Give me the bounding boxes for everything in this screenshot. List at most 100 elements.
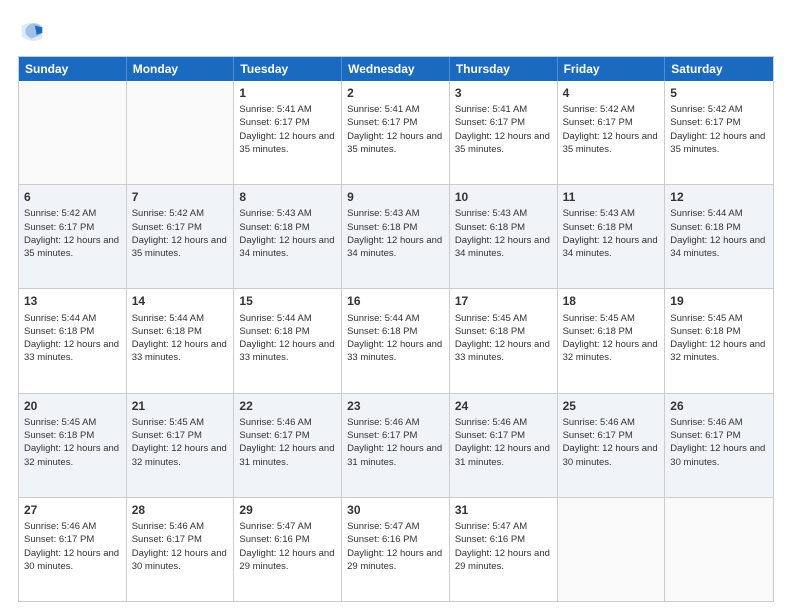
cell-info: Sunrise: 5:46 AM Sunset: 6:17 PM Dayligh…	[132, 520, 229, 573]
calendar-cell: 15 Sunrise: 5:44 AM Sunset: 6:18 PM Dayli…	[234, 289, 342, 392]
day-number: 9	[347, 189, 444, 205]
calendar-cell: 22 Sunrise: 5:46 AM Sunset: 6:17 PM Dayli…	[234, 394, 342, 497]
cell-info: Sunrise: 5:47 AM Sunset: 6:16 PM Dayligh…	[455, 520, 552, 573]
day-number: 5	[670, 85, 768, 101]
calendar-header-day: Wednesday	[342, 57, 450, 81]
cell-info: Sunrise: 5:44 AM Sunset: 6:18 PM Dayligh…	[347, 312, 444, 365]
cell-info: Sunrise: 5:46 AM Sunset: 6:17 PM Dayligh…	[347, 416, 444, 469]
calendar-cell: 25 Sunrise: 5:46 AM Sunset: 6:17 PM Dayli…	[558, 394, 666, 497]
calendar-header-day: Thursday	[450, 57, 558, 81]
day-number: 26	[670, 398, 768, 414]
cell-info: Sunrise: 5:43 AM Sunset: 6:18 PM Dayligh…	[455, 207, 552, 260]
calendar-cell: 13 Sunrise: 5:44 AM Sunset: 6:18 PM Dayli…	[19, 289, 127, 392]
cell-info: Sunrise: 5:41 AM Sunset: 6:17 PM Dayligh…	[347, 103, 444, 156]
cell-info: Sunrise: 5:45 AM Sunset: 6:18 PM Dayligh…	[455, 312, 552, 365]
day-number: 1	[239, 85, 336, 101]
day-number: 31	[455, 502, 552, 518]
cell-info: Sunrise: 5:44 AM Sunset: 6:18 PM Dayligh…	[239, 312, 336, 365]
day-number: 24	[455, 398, 552, 414]
calendar-cell: 11Sunrise: 5:43 AM Sunset: 6:18 PM Dayli…	[558, 185, 666, 288]
calendar-cell: 21 Sunrise: 5:45 AM Sunset: 6:17 PM Dayli…	[127, 394, 235, 497]
calendar-cell: 20 Sunrise: 5:45 AM Sunset: 6:18 PM Dayli…	[19, 394, 127, 497]
cell-info: Sunrise: 5:41 AM Sunset: 6:17 PM Dayligh…	[239, 103, 336, 156]
cell-info: Sunrise: 5:45 AM Sunset: 6:18 PM Dayligh…	[670, 312, 768, 365]
calendar-cell: 23 Sunrise: 5:46 AM Sunset: 6:17 PM Dayli…	[342, 394, 450, 497]
calendar-cell: 6 Sunrise: 5:42 AM Sunset: 6:17 PM Daylig…	[19, 185, 127, 288]
day-number: 18	[563, 293, 660, 309]
day-number: 4	[563, 85, 660, 101]
calendar-cell: 5 Sunrise: 5:42 AM Sunset: 6:17 PM Daylig…	[665, 81, 773, 184]
calendar-cell: 8 Sunrise: 5:43 AM Sunset: 6:18 PM Daylig…	[234, 185, 342, 288]
calendar-header-day: Saturday	[665, 57, 773, 81]
day-number: 7	[132, 189, 229, 205]
cell-info: Sunrise: 5:42 AM Sunset: 6:17 PM Dayligh…	[670, 103, 768, 156]
calendar-week: 13 Sunrise: 5:44 AM Sunset: 6:18 PM Dayli…	[19, 289, 773, 393]
day-number: 13	[24, 293, 121, 309]
calendar-header-day: Monday	[127, 57, 235, 81]
day-number: 3	[455, 85, 552, 101]
day-number: 27	[24, 502, 121, 518]
calendar-cell: 2 Sunrise: 5:41 AM Sunset: 6:17 PM Daylig…	[342, 81, 450, 184]
calendar-week: 20 Sunrise: 5:45 AM Sunset: 6:18 PM Dayli…	[19, 394, 773, 498]
day-number: 15	[239, 293, 336, 309]
calendar-header-day: Friday	[558, 57, 666, 81]
calendar-week: 6 Sunrise: 5:42 AM Sunset: 6:17 PM Daylig…	[19, 185, 773, 289]
page: SundayMondayTuesdayWednesdayThursdayFrid…	[0, 0, 792, 612]
calendar-cell: 31 Sunrise: 5:47 AM Sunset: 6:16 PM Dayli…	[450, 498, 558, 601]
cell-info: Sunrise: 5:46 AM Sunset: 6:17 PM Dayligh…	[670, 416, 768, 469]
calendar-cell: 7 Sunrise: 5:42 AM Sunset: 6:17 PM Daylig…	[127, 185, 235, 288]
calendar-body: 1 Sunrise: 5:41 AM Sunset: 6:17 PM Daylig…	[19, 81, 773, 601]
calendar-cell: 9 Sunrise: 5:43 AM Sunset: 6:18 PM Daylig…	[342, 185, 450, 288]
calendar-cell: 1 Sunrise: 5:41 AM Sunset: 6:17 PM Daylig…	[234, 81, 342, 184]
calendar-cell: 4 Sunrise: 5:42 AM Sunset: 6:17 PM Daylig…	[558, 81, 666, 184]
day-number: 2	[347, 85, 444, 101]
cell-info: Sunrise: 5:46 AM Sunset: 6:17 PM Dayligh…	[24, 520, 121, 573]
day-number: 25	[563, 398, 660, 414]
calendar-cell: 28 Sunrise: 5:46 AM Sunset: 6:17 PM Dayli…	[127, 498, 235, 601]
day-number: 20	[24, 398, 121, 414]
day-number: 21	[132, 398, 229, 414]
cell-info: Sunrise: 5:43 AM Sunset: 6:18 PM Dayligh…	[347, 207, 444, 260]
cell-info: Sunrise: 5:42 AM Sunset: 6:17 PM Dayligh…	[132, 207, 229, 260]
calendar-cell	[19, 81, 127, 184]
cell-info: Sunrise: 5:43 AM Sunset: 6:18 PM Dayligh…	[239, 207, 336, 260]
calendar-cell: 17 Sunrise: 5:45 AM Sunset: 6:18 PM Dayli…	[450, 289, 558, 392]
day-number: 19	[670, 293, 768, 309]
logo	[18, 18, 50, 46]
logo-icon	[18, 18, 46, 46]
day-number: 23	[347, 398, 444, 414]
day-number: 12	[670, 189, 768, 205]
calendar-cell: 12Sunrise: 5:44 AM Sunset: 6:18 PM Dayli…	[665, 185, 773, 288]
cell-info: Sunrise: 5:46 AM Sunset: 6:17 PM Dayligh…	[239, 416, 336, 469]
cell-info: Sunrise: 5:42 AM Sunset: 6:17 PM Dayligh…	[24, 207, 121, 260]
cell-info: Sunrise: 5:46 AM Sunset: 6:17 PM Dayligh…	[563, 416, 660, 469]
day-number: 17	[455, 293, 552, 309]
day-number: 28	[132, 502, 229, 518]
calendar-cell	[127, 81, 235, 184]
cell-info: Sunrise: 5:45 AM Sunset: 6:18 PM Dayligh…	[24, 416, 121, 469]
cell-info: Sunrise: 5:42 AM Sunset: 6:17 PM Dayligh…	[563, 103, 660, 156]
calendar-cell: 16Sunrise: 5:44 AM Sunset: 6:18 PM Dayli…	[342, 289, 450, 392]
cell-info: Sunrise: 5:46 AM Sunset: 6:17 PM Dayligh…	[455, 416, 552, 469]
day-number: 14	[132, 293, 229, 309]
day-number: 30	[347, 502, 444, 518]
calendar-cell	[665, 498, 773, 601]
calendar-week: 27 Sunrise: 5:46 AM Sunset: 6:17 PM Dayli…	[19, 498, 773, 601]
calendar-header-row: SundayMondayTuesdayWednesdayThursdayFrid…	[19, 57, 773, 81]
day-number: 22	[239, 398, 336, 414]
calendar-cell: 30Sunrise: 5:47 AM Sunset: 6:16 PM Dayli…	[342, 498, 450, 601]
calendar-cell: 14Sunrise: 5:44 AM Sunset: 6:18 PM Dayli…	[127, 289, 235, 392]
day-number: 6	[24, 189, 121, 205]
header	[18, 18, 774, 46]
calendar-header-day: Tuesday	[234, 57, 342, 81]
calendar: SundayMondayTuesdayWednesdayThursdayFrid…	[18, 56, 774, 602]
calendar-cell: 19 Sunrise: 5:45 AM Sunset: 6:18 PM Dayli…	[665, 289, 773, 392]
cell-info: Sunrise: 5:44 AM Sunset: 6:18 PM Dayligh…	[24, 312, 121, 365]
calendar-header-day: Sunday	[19, 57, 127, 81]
calendar-cell: 29Sunrise: 5:47 AM Sunset: 6:16 PM Dayli…	[234, 498, 342, 601]
cell-info: Sunrise: 5:45 AM Sunset: 6:17 PM Dayligh…	[132, 416, 229, 469]
calendar-week: 1 Sunrise: 5:41 AM Sunset: 6:17 PM Daylig…	[19, 81, 773, 185]
calendar-cell: 18Sunrise: 5:45 AM Sunset: 6:18 PM Dayli…	[558, 289, 666, 392]
day-number: 8	[239, 189, 336, 205]
day-number: 10	[455, 189, 552, 205]
